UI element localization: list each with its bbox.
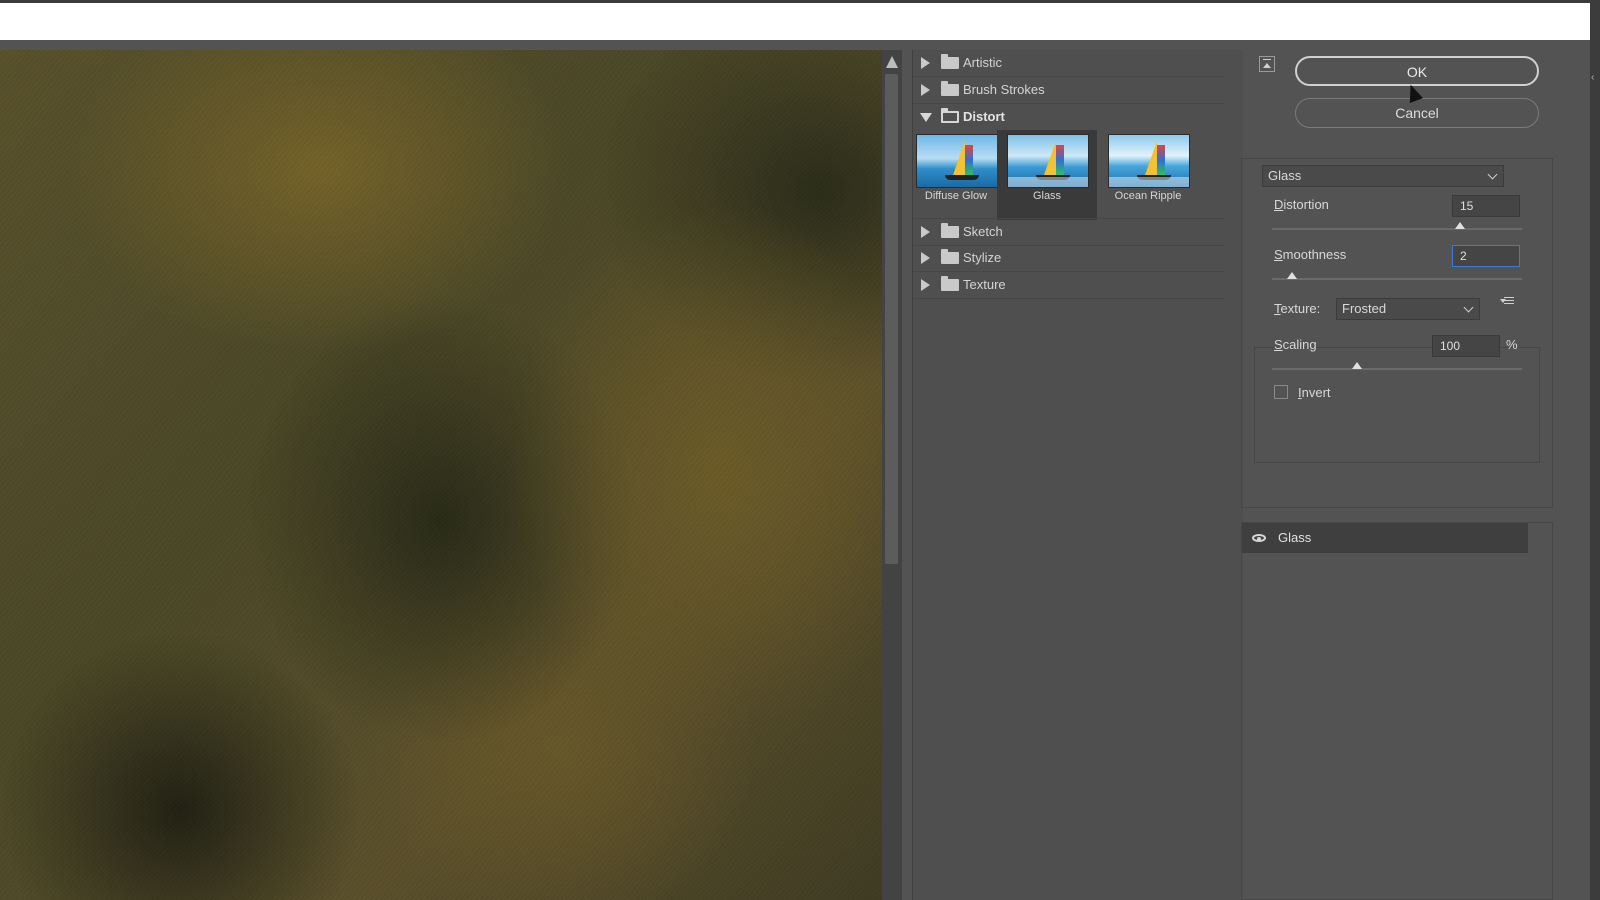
smoothness-label: Smoothness [1274,247,1347,262]
expand-arrow-icon[interactable] [921,279,930,291]
scaling-slider-knob[interactable] [1352,362,1362,369]
filter-settings-panel: OK Cancel Glass Distortion 15 Smoothness… [1241,50,1590,900]
expand-arrow-icon[interactable] [921,226,930,238]
right-edge-strip: ‹ [1590,0,1600,900]
scaling-unit: % [1506,337,1518,352]
texture-label: Texture: [1274,301,1321,316]
folder-icon [941,223,959,238]
folder-label: Texture [963,277,1006,292]
distortion-input[interactable]: 15 [1452,195,1520,217]
filter-options-box: Glass Distortion 15 Smoothness 2 Texture… [1241,158,1553,508]
thumbnail-label: Glass [1032,190,1062,202]
smoothness-slider[interactable] [1272,272,1522,280]
folder-stylize[interactable]: Stylize [913,245,1225,272]
sailboat-thumbnail-image [916,134,998,188]
folder-label: Sketch [963,224,1003,239]
invert-checkbox[interactable] [1274,385,1288,399]
sailboat-thumbnail-image [1108,134,1190,188]
thumbnail-ocean-ripple[interactable]: Ocean Ripple [1098,130,1198,220]
effect-layers-panel: Glass [1241,522,1553,900]
scrollbar-thumb[interactable] [885,74,898,564]
distortion-slider[interactable] [1272,222,1522,230]
smoothness-input[interactable]: 2 [1452,245,1520,267]
expand-arrow-icon[interactable] [921,84,930,96]
folder-icon [941,54,959,69]
preview-texture [0,50,882,900]
filter-gallery-panel: Artistic Brush Strokes Distort Diffuse G… [912,50,1244,900]
chevron-left-icon[interactable]: ‹ [1591,72,1594,83]
folder-distort[interactable]: Distort [913,104,1225,130]
effect-layer-label: Glass [1278,530,1312,545]
folder-icon [941,81,959,96]
texture-menu-icon[interactable] [1500,296,1514,306]
scaling-slider[interactable] [1272,362,1522,370]
chevron-down-icon [1463,302,1474,313]
sailboat-thumbnail-image [1007,134,1089,188]
folder-artistic[interactable]: Artistic [913,50,1225,77]
invert-label[interactable]: Invert [1298,385,1331,400]
thumbnail-glass[interactable]: Glass [997,130,1097,220]
preview-canvas[interactable] [0,50,882,900]
scaling-input[interactable]: 100 [1432,335,1500,357]
texture-options-box [1254,347,1540,463]
scaling-label: Scaling [1274,337,1317,352]
filter-select[interactable]: Glass [1262,165,1504,187]
cancel-button[interactable]: Cancel [1295,98,1539,128]
collapse-arrow-icon[interactable] [920,113,932,122]
filter-select-value: Glass [1268,168,1302,183]
texture-select[interactable]: Frosted [1336,298,1480,320]
expand-arrow-icon[interactable] [921,57,930,69]
open-folder-icon [941,108,959,123]
thumbnail-diffuse-glow[interactable]: Diffuse Glow [906,130,1006,220]
folder-label: Brush Strokes [963,82,1045,97]
folder-icon [941,249,959,264]
expand-arrow-icon[interactable] [921,252,930,264]
chevron-down-icon [1487,169,1498,180]
folder-label: Stylize [963,250,1002,265]
distortion-slider-knob[interactable] [1454,222,1465,229]
texture-select-value: Frosted [1342,301,1387,316]
folder-brush-strokes[interactable]: Brush Strokes [913,77,1225,104]
folder-sketch[interactable]: Sketch [913,218,1225,246]
thumbnail-label: Diffuse Glow [924,190,988,202]
preview-scrollbar[interactable] [882,50,902,900]
collapse-gallery-icon[interactable] [1259,56,1275,72]
scroll-up-arrow-icon[interactable] [886,56,898,68]
thumbnail-label: Ocean Ripple [1114,190,1182,202]
title-bar [0,0,1590,40]
folder-label: Distort [963,109,1005,124]
eye-visibility-icon[interactable] [1252,534,1266,542]
folder-label: Artistic [963,55,1002,70]
folder-texture[interactable]: Texture [913,272,1225,299]
effect-layer-row[interactable]: Glass [1242,523,1528,553]
folder-icon [941,276,959,291]
smoothness-slider-knob[interactable] [1287,272,1297,279]
distortion-label: Distortion [1274,197,1329,212]
